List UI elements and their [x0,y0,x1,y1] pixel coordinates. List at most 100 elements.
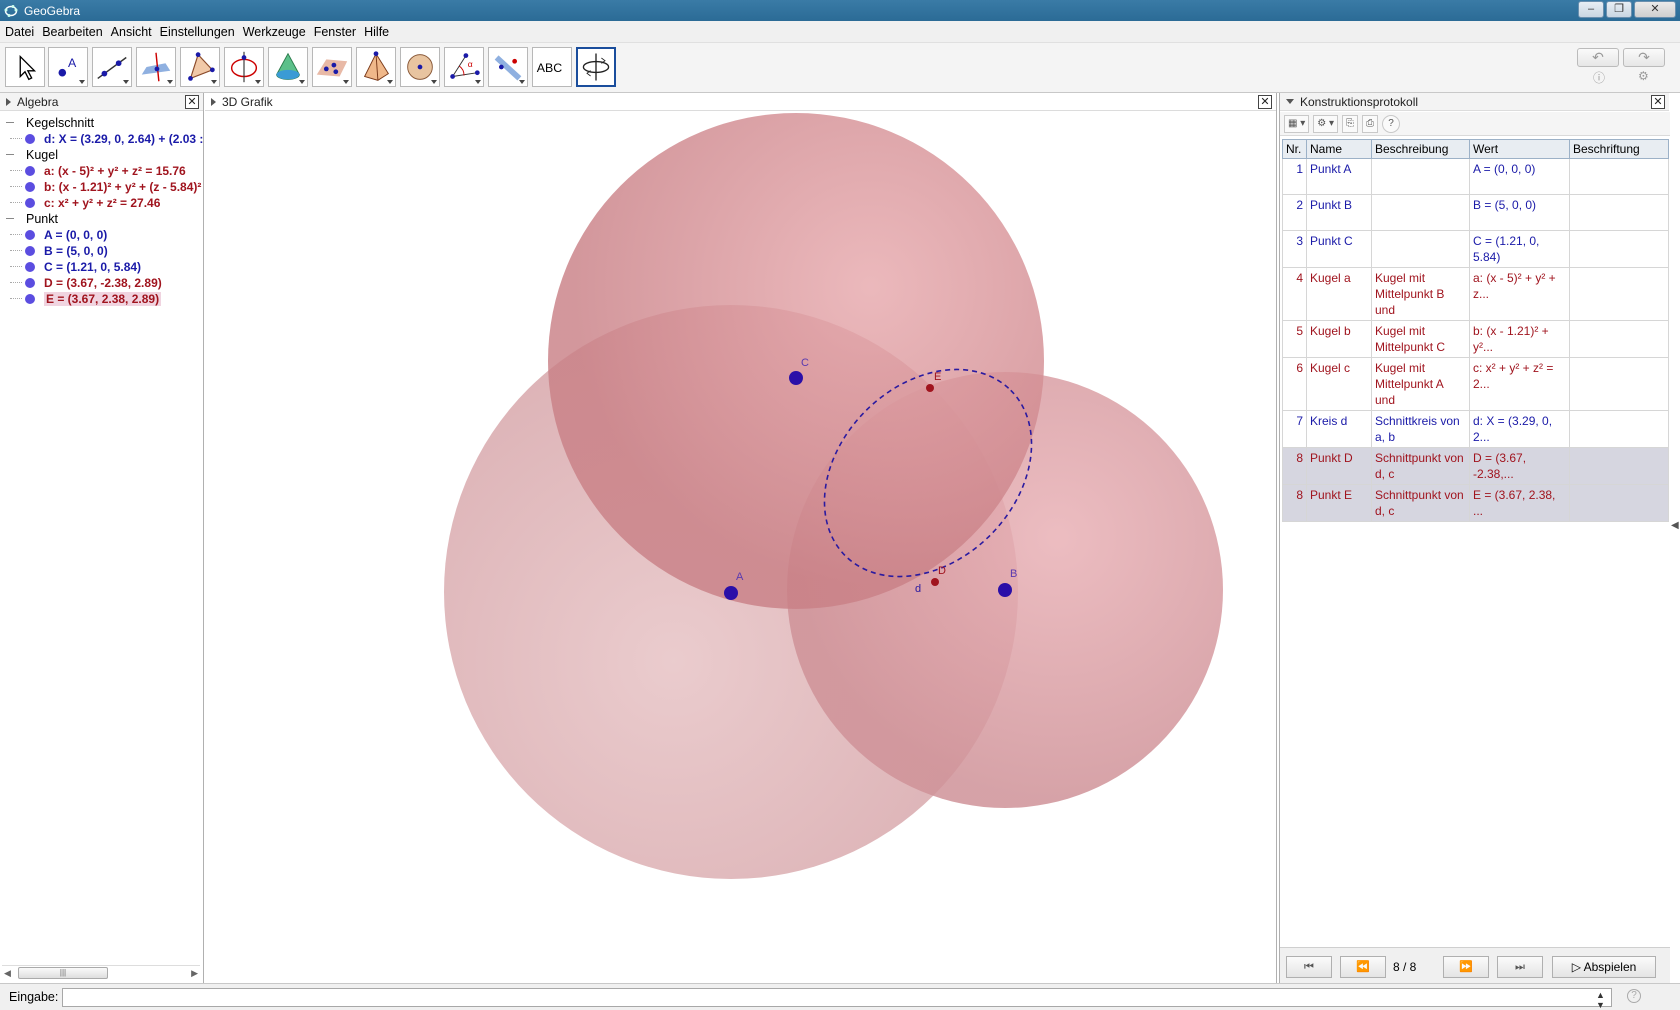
plane-tool-button[interactable] [312,47,352,87]
algebra-item-A[interactable]: A = (0, 0, 0) [0,227,203,243]
cone-tool-button[interactable] [268,47,308,87]
cell-nr: 6 [1282,357,1307,411]
visibility-dot-icon[interactable] [25,294,35,304]
visibility-dot-icon[interactable] [25,182,35,192]
reflect-tool-button[interactable] [488,47,528,87]
input-field[interactable] [62,988,1612,1007]
algebra-panel-header[interactable]: Algebra ✕ [0,93,203,111]
column-header-wert[interactable]: Wert [1469,139,1570,159]
cell-nr: 2 [1282,194,1307,231]
gear-icon[interactable]: ⚙ [1638,69,1649,83]
maximize-button[interactable]: ❐ [1606,1,1632,18]
next-step-button[interactable]: ⏩ [1443,956,1489,978]
point-B[interactable] [998,583,1012,597]
column-header-nr[interactable]: Nr. [1282,139,1307,159]
visibility-dot-icon[interactable] [25,166,35,176]
algebra-item-a[interactable]: a: (x - 5)² + y² + z² = 15.76 [0,163,203,179]
panel-collapse-arrow-icon[interactable]: ◀ [1671,520,1679,531]
algebra-item-d[interactable]: d: X = (3.29, 0, 2.64) + (2.03 : [0,131,203,147]
play-button[interactable]: ▷ Abspielen [1552,956,1656,978]
table-row[interactable]: 6 Kugel c Kugel mit Mittelpunkt A und c:… [1282,357,1669,411]
input-history-dropdown-icon[interactable]: ▲ ▼ [1596,990,1605,1010]
previous-step-button[interactable]: ⏪ [1340,956,1386,978]
algebra-horizontal-scrollbar[interactable]: ◀ ||| ▶ [2,965,200,979]
graphics-panel-header[interactable]: 3D Grafik ✕ [205,93,1276,111]
algebra-item-c[interactable]: c: x² + y² + z² = 27.46 [0,195,203,211]
move-tool-button[interactable] [5,47,45,87]
sphere-b[interactable] [548,113,1044,609]
point-E[interactable] [926,384,934,392]
tree-group-kegelschnitt[interactable]: Kegelschnitt [0,115,203,131]
algebra-item-B[interactable]: B = (5, 0, 0) [0,243,203,259]
algebra-item-C[interactable]: C = (1.21, 0, 5.84) [0,259,203,275]
point-A[interactable] [724,586,738,600]
tree-group-punkt[interactable]: Punkt [0,211,203,227]
column-header-beschriftung[interactable]: Beschriftung [1569,139,1669,159]
line-tool-button[interactable] [92,47,132,87]
column-header-beschreibung[interactable]: Beschreibung [1371,139,1470,159]
close-window-button[interactable]: ✕ [1634,1,1676,18]
redo-button[interactable]: ↷ [1623,48,1665,67]
table-row[interactable]: 5 Kugel b Kugel mit Mittelpunkt C b: (x … [1282,320,1669,358]
help-icon[interactable]: ? [1382,114,1401,133]
export-icon[interactable]: ⎘ [1342,114,1359,133]
visibility-dot-icon[interactable] [25,278,35,288]
scrollbar-thumb[interactable]: ||| [18,967,108,979]
collapse-caret-icon[interactable] [1286,99,1294,104]
pyramid-tool-button[interactable] [356,47,396,87]
minimize-button[interactable]: – [1578,1,1604,18]
input-help-icon[interactable]: ? [1627,989,1641,1003]
close-protocol-button[interactable]: ✕ [1651,95,1665,109]
tree-group-kugel[interactable]: Kugel [0,147,203,163]
table-row[interactable]: 1 Punkt A A = (0, 0, 0) [1282,158,1669,195]
visibility-dot-icon[interactable] [25,198,35,208]
table-row[interactable]: 3 Punkt C C = (1.21, 0, 5.84) [1282,230,1669,268]
algebra-item-E[interactable]: E = (3.67, 2.38, 2.89) [0,291,203,307]
menu-einstellungen[interactable]: Einstellungen [157,25,238,39]
menu-fenster[interactable]: Fenster [311,25,359,39]
column-header-name[interactable]: Name [1306,139,1372,159]
undo-button[interactable]: ↶ [1577,48,1619,67]
sphere-tool-button[interactable] [400,47,440,87]
point-tool-button[interactable]: A [48,47,88,87]
expand-caret-icon[interactable] [6,97,11,106]
menu-bearbeiten[interactable]: Bearbeiten [39,25,105,39]
close-algebra-button[interactable]: ✕ [185,95,199,109]
table-row-selected[interactable]: 8 Punkt E Schnittpunkt von d, c E = (3.6… [1282,484,1669,522]
menu-ansicht[interactable]: Ansicht [108,25,155,39]
last-step-button[interactable]: ⏭ [1497,956,1543,978]
visibility-dot-icon[interactable] [25,246,35,256]
visibility-dot-icon[interactable] [25,262,35,272]
menu-datei[interactable]: Datei [2,25,37,39]
columns-menu-icon[interactable]: ▦ ▾ [1284,114,1310,133]
help-icon[interactable]: ⓘ [1593,69,1605,86]
point-C[interactable] [789,371,803,385]
first-step-button[interactable]: ⏮ [1286,956,1332,978]
graphics-canvas[interactable]: C A B E D d [205,112,1275,982]
options-menu-icon[interactable]: ⚙ ▾ [1313,114,1339,133]
circle-axis-tool-button[interactable] [224,47,264,87]
visibility-dot-icon[interactable] [25,230,35,240]
perpendicular-tool-button[interactable] [136,47,176,87]
polygon-tool-button[interactable] [180,47,220,87]
table-row-selected[interactable]: 8 Punkt D Schnittpunkt von d, c D = (3.6… [1282,447,1669,485]
table-row[interactable]: 4 Kugel a Kugel mit Mittelpunkt B und a:… [1282,267,1669,321]
scroll-left-icon[interactable]: ◀ [4,968,11,979]
angle-tool-button[interactable]: α [444,47,484,87]
cell-nr: 8 [1282,484,1307,522]
point-D[interactable] [931,578,939,586]
expand-caret-icon[interactable] [211,97,216,106]
menu-hilfe[interactable]: Hilfe [361,25,392,39]
table-row[interactable]: 2 Punkt B B = (5, 0, 0) [1282,194,1669,231]
table-row[interactable]: 7 Kreis d Schnittkreis von a, b d: X = (… [1282,410,1669,448]
rotate-view-tool-button[interactable] [576,47,616,87]
close-graphics-button[interactable]: ✕ [1258,95,1272,109]
text-tool-button[interactable]: ABC [532,47,572,87]
algebra-item-D[interactable]: D = (3.67, -2.38, 2.89) [0,275,203,291]
menu-werkzeuge[interactable]: Werkzeuge [240,25,309,39]
print-icon[interactable]: ⎙ [1362,114,1379,133]
visibility-dot-icon[interactable] [25,134,35,144]
algebra-item-b[interactable]: b: (x - 1.21)² + y² + (z - 5.84)² [0,179,203,195]
scroll-right-icon[interactable]: ▶ [191,968,198,979]
protocol-panel-header[interactable]: Konstruktionsprotokoll ✕ [1280,93,1669,111]
